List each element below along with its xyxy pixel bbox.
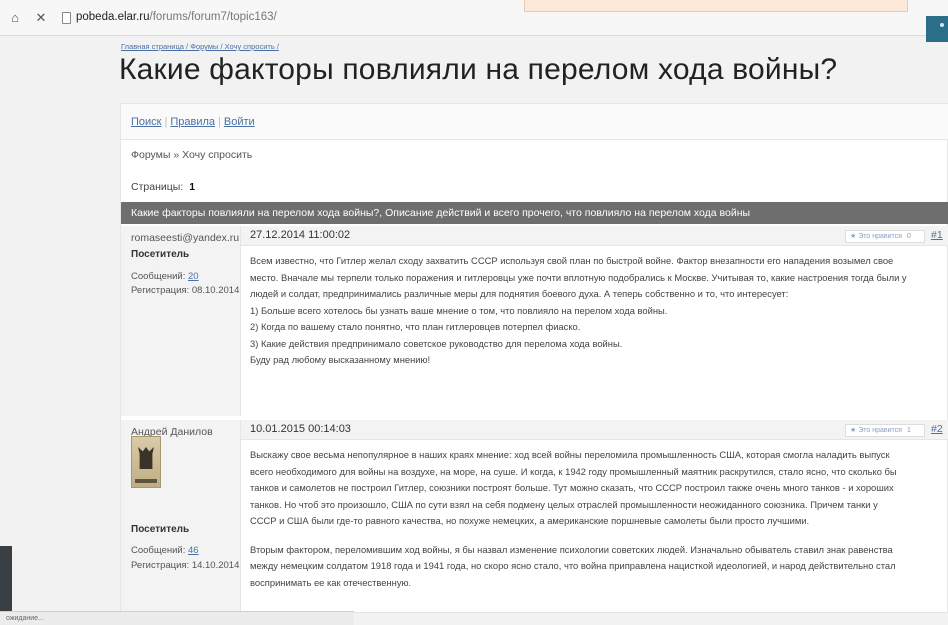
overlay-panel xyxy=(524,0,908,12)
messages-count-link[interactable]: 20 xyxy=(188,271,199,282)
like-button[interactable]: ★ Это нравится 0 xyxy=(845,230,925,243)
star-icon: ★ xyxy=(850,427,857,434)
desktop-edge xyxy=(926,16,948,42)
post-body: Всем известно, что Гитлер желал сходу за… xyxy=(250,253,940,369)
post-line: Вторым фактором, переломившим ход войны,… xyxy=(250,543,893,555)
desktop-edge-left xyxy=(0,546,12,611)
post-line: место. Вначале мы терпели только поражен… xyxy=(250,271,907,283)
like-count: 1 xyxy=(906,427,911,434)
author-role: Посетитель xyxy=(131,249,190,260)
like-label: Это нравится xyxy=(858,427,902,434)
post-date: 27.12.2014 11:00:02 xyxy=(250,229,351,241)
post-line: Всем известно, что Гитлер желал сходу за… xyxy=(250,255,894,266)
messages-label: Сообщений: xyxy=(131,545,186,556)
forum-post: romaseesti@yandex.ru Посетитель Сообщени… xyxy=(121,226,948,416)
post-line: 1) Больше всего хотелось бы узнать ваше … xyxy=(250,304,668,316)
post-header: 10.01.2015 00:14:03 ★ Это нравится 1 #2 xyxy=(241,420,948,440)
avatar-caption-strip xyxy=(135,479,157,483)
login-link[interactable]: Войти xyxy=(224,116,255,128)
post-date: 10.01.2015 00:14:03 xyxy=(250,423,351,435)
like-count: 0 xyxy=(906,233,911,240)
post-line: Буду рад любому высказанному мнению! xyxy=(250,354,431,365)
nav-separator: | xyxy=(218,116,221,128)
post-number-link[interactable]: #2 xyxy=(931,423,943,435)
author-messages: Сообщений: 20 xyxy=(131,271,199,282)
like-label: Это нравится xyxy=(858,233,902,240)
author-role: Посетитель xyxy=(131,524,190,535)
post-line: танков и самолетов не построил Гитлер, с… xyxy=(250,482,894,493)
dot-icon xyxy=(940,23,944,27)
page-title: Какие факторы повлияли на перелом хода в… xyxy=(119,53,838,86)
star-icon: ★ xyxy=(850,233,857,240)
avatar xyxy=(131,436,161,488)
author-registration: Регистрация: 14.10.2014 xyxy=(131,560,240,571)
pagination: Страницы: 1 xyxy=(131,181,195,193)
post-body: Выскажу свое весьма непопулярное в наших… xyxy=(250,447,940,591)
post-line: 2) Когда по вашему стало понятно, что пл… xyxy=(250,321,581,332)
author-panel: romaseesti@yandex.ru Посетитель Сообщени… xyxy=(121,226,241,416)
current-page: 1 xyxy=(189,181,196,193)
post-line: танков. Но чтоб это произошло, США по су… xyxy=(250,498,878,510)
like-button[interactable]: ★ Это нравится 1 xyxy=(845,424,925,437)
author-messages: Сообщений: 46 xyxy=(131,545,199,556)
page-icon xyxy=(62,12,71,24)
breadcrumb[interactable]: Главная страница / Форумы / Хочу спросит… xyxy=(121,42,279,51)
home-icon[interactable]: ⌂ xyxy=(8,11,22,25)
author-registration: Регистрация: 08.10.2014 xyxy=(131,285,240,296)
status-bar: ожидание... xyxy=(0,611,354,625)
search-link[interactable]: Поиск xyxy=(131,116,161,128)
post-line: 3) Какие действия предпринимало советско… xyxy=(250,337,623,349)
post-header: 27.12.2014 11:00:02 ★ Это нравится 0 #1 xyxy=(241,226,948,246)
topic-header-bar: Какие факторы повлияли на перелом хода в… xyxy=(121,202,948,224)
post-number-link[interactable]: #1 xyxy=(931,229,943,241)
close-icon[interactable]: ✕ xyxy=(34,11,48,25)
forum-topnav: Поиск | Правила | Войти xyxy=(121,104,948,140)
forum-container: Поиск | Правила | Войти Форумы » Хочу спроси… xyxy=(120,103,948,614)
post-line: людей и солдат, предпринимались различны… xyxy=(250,288,789,299)
address-bar[interactable]: pobeda.elar.ru/forums/forum7/topic163/ xyxy=(76,11,277,23)
url-domain: pobeda.elar.ru xyxy=(76,11,150,23)
author-panel: Андрей Данилов Посетитель Сообщений: 46 … xyxy=(121,420,241,614)
throne-image xyxy=(138,447,154,469)
messages-count-link[interactable]: 46 xyxy=(188,545,199,556)
post-line: воспринимать ее как отечественную. xyxy=(250,576,412,588)
author-name[interactable]: romaseesti@yandex.ru xyxy=(131,232,239,244)
nav-separator: | xyxy=(164,116,168,128)
forum-breadcrumb: Форумы » Хочу спросить xyxy=(131,149,253,161)
forum-post: Андрей Данилов Посетитель Сообщений: 46 … xyxy=(121,420,948,614)
messages-label: Сообщений: xyxy=(131,271,186,282)
post-line: СССР и США были где-то равного качества,… xyxy=(250,515,810,526)
pages-label: Страницы: xyxy=(131,181,184,193)
url-path: /forums/forum7/topic163/ xyxy=(149,11,277,23)
rules-link[interactable]: Правила xyxy=(170,116,215,128)
post-line: между немецким солдатом 1918 года и 1941… xyxy=(250,560,896,571)
post-line: Выскажу свое весьма непопулярное в наших… xyxy=(250,449,890,460)
post-line: всего необходимого для войны на воздухе,… xyxy=(250,465,897,477)
